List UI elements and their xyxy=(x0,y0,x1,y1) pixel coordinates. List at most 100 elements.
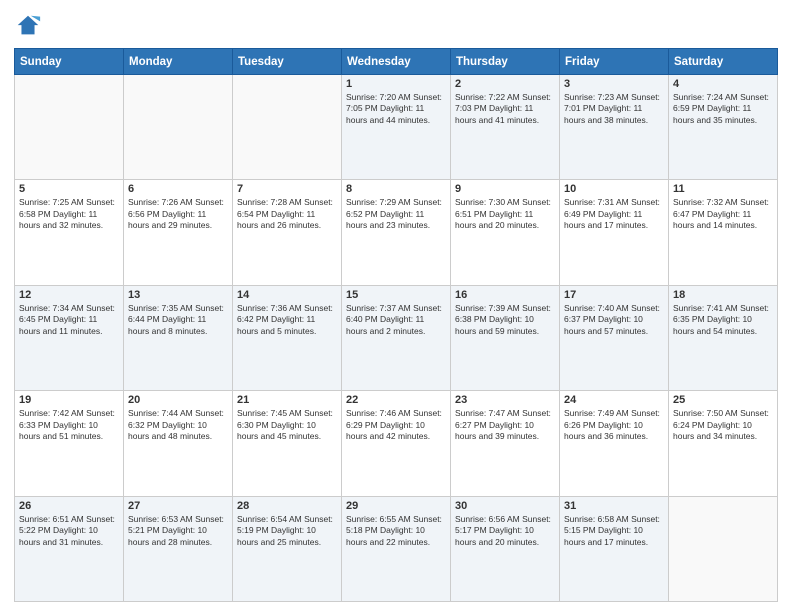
calendar-day-header: Tuesday xyxy=(233,49,342,75)
day-number: 14 xyxy=(237,289,337,301)
calendar-day-header: Wednesday xyxy=(342,49,451,75)
calendar-cell xyxy=(233,75,342,180)
calendar-cell: 3 Sunrise: 7:23 AM Sunset: 7:01 PM Daylig… xyxy=(560,75,669,180)
calendar-cell: 23 Sunrise: 7:47 AM Sunset: 6:27 PM Dayli… xyxy=(451,391,560,496)
day-number: 18 xyxy=(673,289,773,301)
cell-content: Sunrise: 6:55 AM Sunset: 5:18 PM Dayligh… xyxy=(346,514,446,548)
cell-content: Sunrise: 7:47 AM Sunset: 6:27 PM Dayligh… xyxy=(455,408,555,442)
day-number: 10 xyxy=(564,183,664,195)
cell-content: Sunrise: 7:39 AM Sunset: 6:38 PM Dayligh… xyxy=(455,303,555,337)
cell-content: Sunrise: 7:42 AM Sunset: 6:33 PM Dayligh… xyxy=(19,408,119,442)
cell-content: Sunrise: 7:25 AM Sunset: 6:58 PM Dayligh… xyxy=(19,197,119,231)
day-number: 19 xyxy=(19,394,119,406)
calendar-cell: 26 Sunrise: 6:51 AM Sunset: 5:22 PM Dayli… xyxy=(15,496,124,601)
day-number: 21 xyxy=(237,394,337,406)
cell-content: Sunrise: 7:24 AM Sunset: 6:59 PM Dayligh… xyxy=(673,92,773,126)
cell-content: Sunrise: 7:44 AM Sunset: 6:32 PM Dayligh… xyxy=(128,408,228,442)
calendar-cell: 29 Sunrise: 6:55 AM Sunset: 5:18 PM Dayli… xyxy=(342,496,451,601)
cell-content: Sunrise: 6:58 AM Sunset: 5:15 PM Dayligh… xyxy=(564,514,664,548)
calendar-cell: 12Sunrise: 7:34 AM Sunset: 6:45 PM Dayli… xyxy=(15,285,124,390)
calendar-day-header: Friday xyxy=(560,49,669,75)
calendar-cell: 5 Sunrise: 7:25 AM Sunset: 6:58 PM Daylig… xyxy=(15,180,124,285)
calendar-day-header: Sunday xyxy=(15,49,124,75)
calendar-cell: 7 Sunrise: 7:28 AM Sunset: 6:54 PM Daylig… xyxy=(233,180,342,285)
calendar-cell: 2 Sunrise: 7:22 AM Sunset: 7:03 PM Daylig… xyxy=(451,75,560,180)
logo xyxy=(14,12,46,40)
cell-content: Sunrise: 7:35 AM Sunset: 6:44 PM Dayligh… xyxy=(128,303,228,337)
calendar-cell: 10 Sunrise: 7:31 AM Sunset: 6:49 PM Dayli… xyxy=(560,180,669,285)
calendar-cell xyxy=(669,496,778,601)
day-number: 26 xyxy=(19,500,119,512)
cell-content: Sunrise: 7:28 AM Sunset: 6:54 PM Dayligh… xyxy=(237,197,337,231)
calendar-cell: 19 Sunrise: 7:42 AM Sunset: 6:33 PM Dayli… xyxy=(15,391,124,496)
calendar-cell: 1Sunrise: 7:20 AM Sunset: 7:05 PM Daylig… xyxy=(342,75,451,180)
day-number: 27 xyxy=(128,500,228,512)
day-number: 7 xyxy=(237,183,337,195)
day-number: 15 xyxy=(346,289,446,301)
calendar-header-row: SundayMondayTuesdayWednesdayThursdayFrid… xyxy=(15,49,778,75)
cell-content: Sunrise: 7:32 AM Sunset: 6:47 PM Dayligh… xyxy=(673,197,773,231)
calendar-cell: 6 Sunrise: 7:26 AM Sunset: 6:56 PM Daylig… xyxy=(124,180,233,285)
day-number: 31 xyxy=(564,500,664,512)
calendar-day-header: Thursday xyxy=(451,49,560,75)
day-number: 3 xyxy=(564,78,664,90)
calendar-cell: 24 Sunrise: 7:49 AM Sunset: 6:26 PM Dayli… xyxy=(560,391,669,496)
cell-content: Sunrise: 6:51 AM Sunset: 5:22 PM Dayligh… xyxy=(19,514,119,548)
day-number: 22 xyxy=(346,394,446,406)
calendar-week-row: 5 Sunrise: 7:25 AM Sunset: 6:58 PM Daylig… xyxy=(15,180,778,285)
day-number: 12 xyxy=(19,289,119,301)
day-number: 25 xyxy=(673,394,773,406)
cell-content: Sunrise: 7:31 AM Sunset: 6:49 PM Dayligh… xyxy=(564,197,664,231)
calendar-cell: 17Sunrise: 7:40 AM Sunset: 6:37 PM Dayli… xyxy=(560,285,669,390)
calendar-day-header: Saturday xyxy=(669,49,778,75)
logo-icon xyxy=(14,12,42,40)
cell-content: Sunrise: 7:45 AM Sunset: 6:30 PM Dayligh… xyxy=(237,408,337,442)
cell-content: Sunrise: 7:23 AM Sunset: 7:01 PM Dayligh… xyxy=(564,92,664,126)
calendar-cell: 14 Sunrise: 7:36 AM Sunset: 6:42 PM Dayli… xyxy=(233,285,342,390)
day-number: 4 xyxy=(673,78,773,90)
cell-content: Sunrise: 7:20 AM Sunset: 7:05 PM Dayligh… xyxy=(346,92,446,126)
calendar-cell: 28 Sunrise: 6:54 AM Sunset: 5:19 PM Dayli… xyxy=(233,496,342,601)
cell-content: Sunrise: 6:53 AM Sunset: 5:21 PM Dayligh… xyxy=(128,514,228,548)
calendar-cell: 11Sunrise: 7:32 AM Sunset: 6:47 PM Dayli… xyxy=(669,180,778,285)
cell-content: Sunrise: 7:36 AM Sunset: 6:42 PM Dayligh… xyxy=(237,303,337,337)
day-number: 5 xyxy=(19,183,119,195)
calendar-cell: 20 Sunrise: 7:44 AM Sunset: 6:32 PM Dayli… xyxy=(124,391,233,496)
day-number: 13 xyxy=(128,289,228,301)
page: SundayMondayTuesdayWednesdayThursdayFrid… xyxy=(0,0,792,612)
day-number: 29 xyxy=(346,500,446,512)
cell-content: Sunrise: 6:56 AM Sunset: 5:17 PM Dayligh… xyxy=(455,514,555,548)
cell-content: Sunrise: 7:50 AM Sunset: 6:24 PM Dayligh… xyxy=(673,408,773,442)
cell-content: Sunrise: 7:41 AM Sunset: 6:35 PM Dayligh… xyxy=(673,303,773,337)
calendar-table: SundayMondayTuesdayWednesdayThursdayFrid… xyxy=(14,48,778,602)
calendar-cell: 30Sunrise: 6:56 AM Sunset: 5:17 PM Dayli… xyxy=(451,496,560,601)
day-number: 6 xyxy=(128,183,228,195)
calendar-cell: 27 Sunrise: 6:53 AM Sunset: 5:21 PM Dayli… xyxy=(124,496,233,601)
cell-content: Sunrise: 7:29 AM Sunset: 6:52 PM Dayligh… xyxy=(346,197,446,231)
cell-content: Sunrise: 7:26 AM Sunset: 6:56 PM Dayligh… xyxy=(128,197,228,231)
calendar-cell: 22Sunrise: 7:46 AM Sunset: 6:29 PM Dayli… xyxy=(342,391,451,496)
calendar-week-row: 26 Sunrise: 6:51 AM Sunset: 5:22 PM Dayli… xyxy=(15,496,778,601)
cell-content: Sunrise: 6:54 AM Sunset: 5:19 PM Dayligh… xyxy=(237,514,337,548)
cell-content: Sunrise: 7:49 AM Sunset: 6:26 PM Dayligh… xyxy=(564,408,664,442)
cell-content: Sunrise: 7:37 AM Sunset: 6:40 PM Dayligh… xyxy=(346,303,446,337)
calendar-day-header: Monday xyxy=(124,49,233,75)
day-number: 2 xyxy=(455,78,555,90)
calendar-cell xyxy=(124,75,233,180)
calendar-cell: 25 Sunrise: 7:50 AM Sunset: 6:24 PM Dayli… xyxy=(669,391,778,496)
day-number: 28 xyxy=(237,500,337,512)
cell-content: Sunrise: 7:30 AM Sunset: 6:51 PM Dayligh… xyxy=(455,197,555,231)
day-number: 23 xyxy=(455,394,555,406)
calendar-cell: 15 Sunrise: 7:37 AM Sunset: 6:40 PM Dayli… xyxy=(342,285,451,390)
day-number: 24 xyxy=(564,394,664,406)
day-number: 8 xyxy=(346,183,446,195)
day-number: 16 xyxy=(455,289,555,301)
cell-content: Sunrise: 7:22 AM Sunset: 7:03 PM Dayligh… xyxy=(455,92,555,126)
calendar-cell: 9Sunrise: 7:30 AM Sunset: 6:51 PM Daylig… xyxy=(451,180,560,285)
header xyxy=(14,12,778,40)
calendar-cell: 13 Sunrise: 7:35 AM Sunset: 6:44 PM Dayli… xyxy=(124,285,233,390)
day-number: 20 xyxy=(128,394,228,406)
calendar-cell: 18 Sunrise: 7:41 AM Sunset: 6:35 PM Dayli… xyxy=(669,285,778,390)
calendar-cell: 8 Sunrise: 7:29 AM Sunset: 6:52 PM Daylig… xyxy=(342,180,451,285)
calendar-week-row: 12Sunrise: 7:34 AM Sunset: 6:45 PM Dayli… xyxy=(15,285,778,390)
